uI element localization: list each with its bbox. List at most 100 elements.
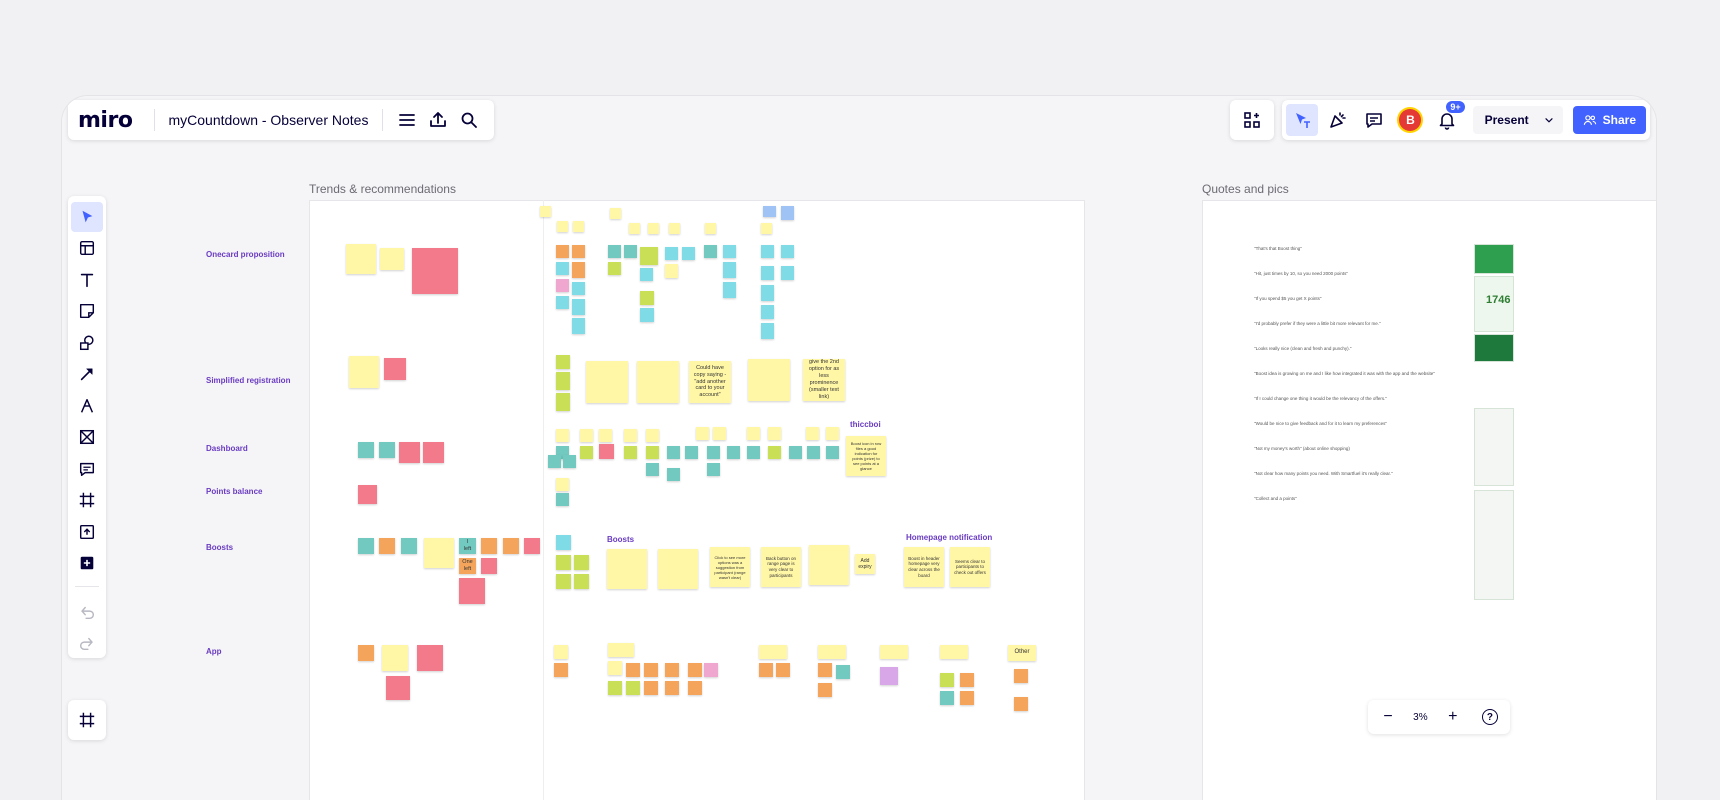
text-tool-icon[interactable] [71, 265, 103, 295]
quote-text[interactable]: "If I could change one thing it would be… [1254, 396, 1387, 401]
sticky-note[interactable] [574, 574, 589, 589]
sticky-note[interactable] [665, 247, 678, 260]
sticky-note[interactable] [705, 223, 716, 234]
upload-icon[interactable] [71, 517, 103, 547]
sticky-note[interactable] [637, 361, 679, 403]
sticky-note[interactable] [747, 427, 760, 440]
sticky-note[interactable] [640, 308, 654, 322]
sticky-note[interactable] [574, 555, 589, 570]
sticky-note[interactable] [386, 676, 410, 700]
sticky-note[interactable] [776, 663, 790, 677]
sticky-note[interactable] [599, 429, 612, 442]
board-canvas[interactable]: Trends & recommendations Onecard proposi… [62, 96, 1656, 800]
sticky-note[interactable] [358, 485, 377, 504]
sticky-note[interactable] [640, 247, 658, 265]
sticky-note[interactable] [682, 247, 695, 260]
sticky-note[interactable] [624, 429, 637, 442]
sticky-note[interactable] [346, 244, 376, 274]
sticky-note[interactable] [667, 446, 680, 459]
templates-icon[interactable] [71, 234, 103, 264]
sticky-note[interactable] [781, 206, 794, 220]
sticky-note[interactable] [423, 442, 444, 463]
help-icon[interactable]: ? [1478, 705, 1502, 729]
frame-box-icon[interactable] [71, 423, 103, 453]
sticky-note[interactable] [554, 645, 568, 659]
sticky-note[interactable] [704, 663, 718, 677]
export-icon[interactable] [422, 104, 453, 136]
quote-text[interactable]: "Not my money's worth" (about online sho… [1254, 446, 1350, 451]
sticky-note[interactable] [836, 665, 850, 679]
sticky-note[interactable] [481, 538, 497, 554]
sticky-note[interactable] [556, 429, 569, 442]
share-button[interactable]: Share [1572, 106, 1647, 134]
sticky-note[interactable] [626, 681, 640, 695]
sticky-note[interactable] [608, 262, 621, 275]
sticky-note[interactable] [747, 446, 760, 459]
sticky-note[interactable] [763, 206, 776, 217]
sticky-note[interactable] [556, 355, 570, 369]
sticky-note[interactable] [723, 262, 736, 278]
sticky-note[interactable] [556, 555, 571, 570]
zoom-level[interactable]: 3% [1413, 712, 1427, 723]
sticky-note[interactable] [688, 681, 702, 695]
sticky-note[interactable] [556, 478, 569, 491]
sticky-note[interactable] [640, 291, 654, 305]
sticky-note[interactable] [768, 427, 781, 440]
sticky-note[interactable] [417, 645, 443, 671]
sticky-note[interactable] [960, 673, 974, 687]
sticky-note[interactable] [826, 446, 839, 459]
sticky-note[interactable] [608, 661, 622, 675]
sticky-note[interactable] [572, 299, 585, 315]
sticky-note[interactable] [761, 223, 772, 234]
sticky-note[interactable] [644, 663, 658, 677]
screenshot-image[interactable] [1474, 408, 1514, 486]
sticky-note[interactable] [608, 245, 621, 258]
zoom-out-button[interactable]: − [1376, 705, 1400, 729]
sticky-note[interactable] [704, 245, 717, 258]
sticky-note[interactable] [960, 691, 974, 705]
sticky-note[interactable] [554, 663, 568, 677]
sticky-note[interactable] [358, 442, 374, 458]
sticky-note[interactable] [781, 245, 794, 258]
sticky-note[interactable] [880, 645, 908, 659]
sticky-note[interactable] [629, 223, 640, 234]
sticky-note[interactable] [781, 266, 794, 280]
miro-logo[interactable]: miro [78, 108, 146, 133]
notifications-bell-icon[interactable]: 9+ [1431, 101, 1465, 136]
sticky-note[interactable] [556, 393, 570, 411]
sticky-note[interactable] [1014, 697, 1028, 711]
redo-icon[interactable] [71, 628, 103, 658]
sticky-note[interactable] [572, 318, 585, 334]
quote-text[interactable]: "Not clear how many points you need. Wit… [1254, 471, 1393, 476]
screenshot-image[interactable] [1474, 490, 1514, 600]
sticky-note[interactable] [580, 429, 593, 442]
sticky-note[interactable] [768, 446, 781, 459]
sticky-note[interactable] [556, 245, 569, 258]
sticky-note[interactable] [761, 323, 774, 339]
screenshot-image[interactable] [1474, 334, 1514, 362]
sticky-note[interactable] [524, 538, 540, 554]
sticky-note[interactable] [761, 305, 774, 319]
sticky-note[interactable] [818, 645, 846, 659]
sticky-note[interactable] [608, 681, 622, 695]
sticky-note[interactable] [665, 663, 679, 677]
sticky-note[interactable] [358, 538, 374, 554]
sticky-note[interactable] [727, 446, 740, 459]
sticky-note[interactable] [658, 549, 698, 589]
sticky-note[interactable] [380, 248, 404, 270]
connector-arrow-icon[interactable] [71, 360, 103, 390]
more-apps-plus-icon[interactable] [71, 549, 103, 579]
quote-text[interactable]: "That's that Boost thing" [1254, 246, 1302, 251]
sticky-note[interactable] [713, 427, 726, 440]
sticky-note[interactable] [761, 245, 774, 258]
sticky-note[interactable] [379, 442, 395, 458]
frame-title-quotes[interactable]: Quotes and pics [1202, 182, 1289, 196]
sticky-note[interactable] [646, 446, 659, 459]
sticky-note[interactable] [459, 578, 485, 604]
quote-text[interactable]: "Looks really nice (clean and fresh and … [1254, 346, 1352, 351]
sticky-note[interactable] [759, 663, 773, 677]
zoom-in-button[interactable]: + [1441, 705, 1465, 729]
sticky-note[interactable] [723, 282, 736, 298]
sticky-note[interactable] [789, 446, 802, 459]
sticky-note[interactable] [424, 538, 454, 568]
